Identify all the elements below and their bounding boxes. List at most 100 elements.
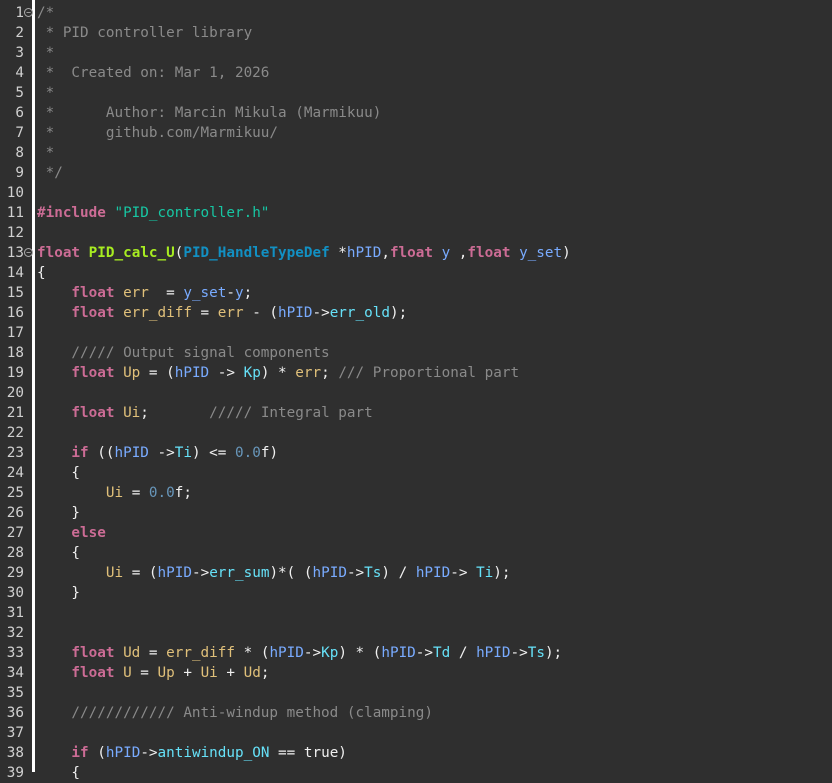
code-token: ; [243, 285, 253, 301]
code-token: Ui [105, 565, 124, 581]
code-line[interactable]: 13− float PID_calc_U(PID_HandleTypeDef *h… [0, 243, 832, 263]
code-token: Ud [123, 645, 141, 661]
code-token: err_old [329, 305, 390, 321]
code-line[interactable]: 38 if (hPID->antiwindup_ON == true) [0, 743, 832, 763]
code-line[interactable]: 20 [0, 383, 832, 403]
code-line[interactable]: 22 [0, 423, 832, 443]
code-token: * [37, 45, 55, 61]
code-token: if [37, 445, 98, 461]
code-token: Ui [123, 405, 141, 421]
code-line[interactable]: 10 [0, 183, 832, 203]
code-token: = [123, 485, 149, 501]
code-token: err [295, 365, 322, 381]
code-token: float [37, 245, 89, 261]
code-line[interactable]: 17 [0, 323, 832, 343]
code-line[interactable]: 24 { [0, 463, 832, 483]
code-line[interactable]: 29 Ui = (hPID->err_sum)*( (hPID->Ts) / h… [0, 563, 832, 583]
code-editor[interactable]: 1−/* 2 * PID controller library 3 * 4 * Cre… [0, 0, 832, 781]
code-line[interactable]: 37 [0, 723, 832, 743]
code-token: = ( [140, 365, 175, 381]
code-line[interactable]: 33 float Ud = err_diff * (hPID->Kp) * (h… [0, 643, 832, 663]
code-line[interactable]: 32 [0, 623, 832, 643]
code-token: - [226, 285, 235, 301]
line-number: 24 [6, 465, 24, 481]
code-token: f) [260, 445, 279, 461]
fold-toggle-icon[interactable]: − [24, 8, 33, 17]
line-number: 4 [15, 65, 24, 81]
code-token: ); [493, 565, 511, 581]
code-token: { [37, 465, 81, 481]
code-line[interactable]: 31 [0, 603, 832, 623]
code-line[interactable]: 26 } [0, 503, 832, 523]
code-token: err_sum [209, 565, 270, 581]
code-line[interactable]: 36 //////////// Anti-windup method (clam… [0, 703, 832, 723]
code-line[interactable]: 6 * Author: Marcin Mikula (Marmikuu) [0, 103, 832, 123]
line-number: 15 [6, 285, 24, 301]
code-line[interactable]: 16 float err_diff = err - (hPID->err_old… [0, 303, 832, 323]
code-text: * [37, 143, 55, 163]
line-number: 18 [6, 345, 24, 361]
code-token: Up [157, 665, 175, 681]
code-line[interactable]: 14 { [0, 263, 832, 283]
code-token: -> [450, 565, 477, 581]
line-number: 5 [15, 85, 24, 101]
code-line[interactable]: 25 Ui = 0.0f; [0, 483, 832, 503]
line-number: 10 [6, 185, 24, 201]
code-token: hPID [476, 645, 511, 661]
code-line[interactable]: 2 * PID controller library [0, 23, 832, 43]
line-number: 27 [6, 525, 24, 541]
code-line[interactable]: 7 * github.com/Marmikuu/ [0, 123, 832, 143]
code-line[interactable]: 27 else [0, 523, 832, 543]
line-number: 21 [6, 405, 24, 421]
code-line[interactable]: 34 float U = Up + Ui + Ud; [0, 663, 832, 683]
code-token: float [37, 365, 124, 381]
code-line[interactable]: 8 * [0, 143, 832, 163]
code-text: * Author: Marcin Mikula (Marmikuu) [37, 103, 382, 123]
code-token: * [37, 145, 55, 161]
code-token: #include [37, 205, 115, 221]
code-token: PID_calc_U [88, 245, 175, 261]
line-number: 1 [15, 5, 24, 21]
code-text: { [37, 543, 80, 563]
code-line[interactable]: 39 { [0, 763, 832, 783]
code-token: (( [97, 445, 115, 461]
code-token: Ti [476, 565, 494, 581]
line-number: 39 [6, 765, 24, 781]
code-token: + [174, 665, 201, 681]
code-token: float [37, 285, 124, 301]
code-token: - ( [243, 305, 279, 321]
code-line[interactable]: 18 ///// Output signal components [0, 343, 832, 363]
code-token: Ts [527, 645, 545, 661]
code-line[interactable]: 12 [0, 223, 832, 243]
code-token: Up [123, 365, 141, 381]
line-number: 7 [15, 125, 24, 141]
line-number: 6 [15, 105, 24, 121]
code-line[interactable]: 9 */ [0, 163, 832, 183]
code-line[interactable]: 15 float err = y_set-y; [0, 283, 832, 303]
code-token: * ( [235, 645, 270, 661]
code-line[interactable]: 3 * [0, 43, 832, 63]
code-token: //////////// Anti-windup method (clampin… [37, 705, 433, 721]
code-token: * Author: Marcin Mikula (Marmikuu) [37, 105, 382, 121]
code-line[interactable]: 30 } [0, 583, 832, 603]
code-token: ; [321, 365, 339, 381]
code-text: } [37, 503, 80, 523]
code-line[interactable]: 5 * [0, 83, 832, 103]
fold-toggle-icon[interactable]: − [24, 248, 33, 257]
line-number: 34 [6, 665, 24, 681]
code-lines[interactable]: 1−/* 2 * PID controller library 3 * 4 * Cre… [0, 3, 832, 783]
code-line[interactable]: 35 [0, 683, 832, 703]
code-text: float err_diff = err - (hPID->err_old); [37, 303, 407, 323]
code-line[interactable]: 19 float Up = (hPID -> Kp) * err; /// Pr… [0, 363, 832, 383]
code-line[interactable]: 11 #include "PID_controller.h" [0, 203, 832, 223]
line-number: 14 [6, 265, 24, 281]
line-number: 29 [6, 565, 24, 581]
code-token: , [450, 245, 468, 261]
code-line[interactable]: 4 * Created on: Mar 1, 2026 [0, 63, 832, 83]
code-text: * Created on: Mar 1, 2026 [37, 63, 270, 83]
code-line[interactable]: 1−/* [0, 3, 832, 23]
code-token: * [329, 245, 347, 261]
code-line[interactable]: 28 { [0, 543, 832, 563]
code-line[interactable]: 23 if ((hPID ->Ti) <= 0.0f) [0, 443, 832, 463]
code-line[interactable]: 21 float Ui; ///// Integral part [0, 403, 832, 423]
